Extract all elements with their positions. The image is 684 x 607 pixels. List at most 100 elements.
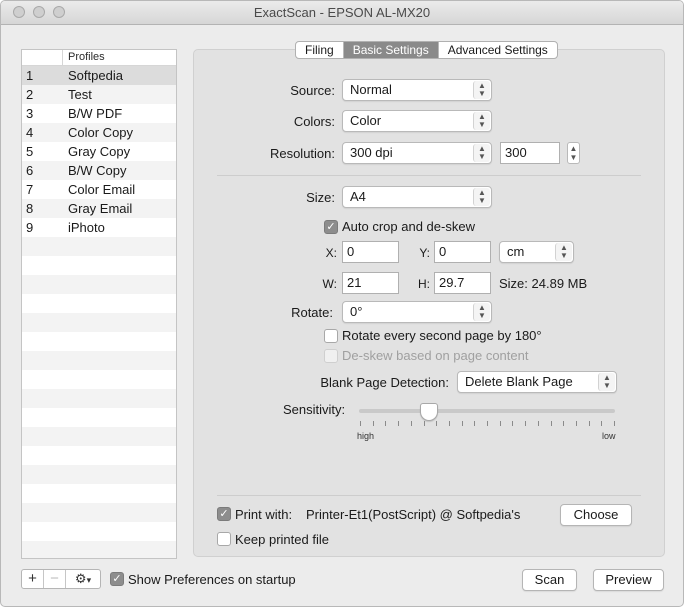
colors-label: Colors: [293, 114, 335, 129]
slider-tick [360, 421, 361, 426]
profile-row[interactable]: 2 Test [22, 85, 176, 104]
sensitivity-slider-knob[interactable] [420, 403, 438, 421]
profile-rows: 1 Softpedia 2 Test 3 B/W PDF 4 Color Copy 5 Gray … [22, 66, 176, 558]
empty-profile-row [22, 427, 176, 446]
slider-tick [385, 421, 386, 426]
empty-profile-row [22, 446, 176, 465]
autocrop-checkbox[interactable]: ✓ [324, 220, 338, 234]
print-with-checkbox[interactable]: ✓ [217, 507, 231, 521]
empty-profile-row [22, 256, 176, 275]
profile-row[interactable]: 8 Gray Email [22, 199, 176, 218]
empty-profile-row [22, 294, 176, 313]
show-preferences-checkbox[interactable]: ✓ [110, 572, 124, 586]
profile-row[interactable]: 7 Color Email [22, 180, 176, 199]
empty-profile-row [22, 503, 176, 522]
source-label: Source: [290, 83, 335, 98]
slider-tick [398, 421, 399, 426]
profile-row[interactable]: 6 B/W Copy [22, 161, 176, 180]
empty-profile-row [22, 408, 176, 427]
popup-arrows-icon: ▲ ▼ [473, 112, 490, 130]
empty-profile-row [22, 237, 176, 256]
autocrop-label: Auto crop and de-skew [342, 219, 475, 234]
remove-profile-button[interactable]: − [44, 570, 66, 588]
y-field[interactable]: 0 [434, 241, 491, 263]
gear-menu-button[interactable]: ⚙▾ [66, 570, 100, 588]
slider-tick [487, 421, 488, 426]
empty-profile-row [22, 275, 176, 294]
blank-page-label: Blank Page Detection: [320, 375, 449, 390]
empty-profile-row [22, 313, 176, 332]
profile-number: 2 [26, 87, 34, 102]
slider-tick [373, 421, 374, 426]
add-profile-button[interactable]: + [22, 570, 44, 588]
blank-page-popup[interactable]: Delete Blank Page ▲ ▼ [457, 371, 617, 393]
resolution-popup[interactable]: 300 dpi ▲ ▼ [342, 142, 492, 164]
scan-button[interactable]: Scan [522, 569, 577, 591]
section-divider [217, 175, 641, 176]
source-value: Normal [350, 82, 392, 97]
x-field[interactable]: 0 [342, 241, 399, 263]
profile-number: 3 [26, 106, 34, 121]
w-field[interactable]: 21 [342, 272, 399, 294]
rotate-label: Rotate: [291, 305, 333, 320]
printer-name: Printer-Et1(PostScript) @ Softpedia's [306, 507, 521, 522]
profile-row[interactable]: 5 Gray Copy [22, 142, 176, 161]
show-preferences-label: Show Preferences on startup [128, 572, 296, 587]
colors-popup[interactable]: Color ▲ ▼ [342, 110, 492, 132]
profile-number: 4 [26, 125, 34, 140]
unit-popup[interactable]: cm ▲ ▼ [499, 241, 574, 263]
choose-printer-button[interactable]: Choose [560, 504, 632, 526]
sensitivity-slider-track[interactable] [359, 409, 615, 413]
slider-tick [576, 421, 577, 426]
resolution-field[interactable]: 300 [500, 142, 560, 164]
deskew-content-checkbox[interactable] [324, 349, 338, 363]
resolution-stepper[interactable]: ▲ ▼ [567, 142, 580, 164]
profile-row[interactable]: 3 B/W PDF [22, 104, 176, 123]
slider-tick [589, 421, 590, 426]
popup-arrows-icon: ▲ ▼ [473, 144, 490, 162]
profile-number: 8 [26, 201, 34, 216]
empty-profile-row [22, 389, 176, 408]
keep-printed-checkbox[interactable] [217, 532, 231, 546]
keep-printed-label: Keep printed file [235, 532, 329, 547]
profiles-column-header: Profiles [68, 51, 105, 63]
slider-tick [551, 421, 552, 426]
profile-number: 5 [26, 144, 34, 159]
tab-advanced-settings[interactable]: Advanced Settings [439, 42, 557, 58]
slider-tick [525, 421, 526, 426]
profile-list-controls: + − ⚙▾ [21, 569, 101, 589]
rotate-second-page-checkbox[interactable] [324, 329, 338, 343]
slider-tick [462, 421, 463, 426]
popup-arrows-icon: ▲ ▼ [598, 373, 615, 391]
colors-value: Color [350, 113, 382, 128]
profiles-list[interactable]: Profiles 1 Softpedia 2 Test 3 B/W PDF 4 Color C… [21, 49, 177, 559]
profile-name: B/W Copy [68, 163, 127, 178]
slider-tick [614, 421, 615, 426]
profile-row[interactable]: 1 Softpedia [22, 66, 176, 85]
slider-tick [474, 421, 475, 426]
profile-number: 6 [26, 163, 34, 178]
slider-tick [436, 421, 437, 426]
window-title: ExactScan - EPSON AL-MX20 [253, 5, 431, 20]
source-popup[interactable]: Normal ▲ ▼ [342, 79, 492, 101]
h-field[interactable]: 29.7 [434, 272, 491, 294]
title-bar: ExactScan - EPSON AL-MX20 [1, 1, 683, 25]
slider-tick [449, 421, 450, 426]
app-window: ExactScan - EPSON AL-MX20 Profiles 1 Soft… [0, 0, 684, 607]
settings-tabs: Filing Basic Settings Advanced Settings [295, 41, 558, 59]
rotate-popup[interactable]: 0° ▲ ▼ [342, 301, 492, 323]
profile-name: iPhoto [68, 220, 105, 235]
size-popup[interactable]: A4 ▲ ▼ [342, 186, 492, 208]
tab-basic-settings[interactable]: Basic Settings [343, 42, 439, 58]
tab-filing[interactable]: Filing [296, 42, 344, 58]
empty-profile-row [22, 465, 176, 484]
profile-name: Gray Copy [68, 144, 131, 159]
profile-row[interactable]: 4 Color Copy [22, 123, 176, 142]
profiles-header: Profiles [22, 50, 176, 66]
blank-page-value: Delete Blank Page [465, 374, 573, 389]
profile-name: Gray Email [68, 201, 133, 216]
empty-profile-row [22, 541, 176, 558]
slider-tick [411, 421, 412, 426]
preview-button[interactable]: Preview [593, 569, 664, 591]
profile-row[interactable]: 9 iPhoto [22, 218, 176, 237]
